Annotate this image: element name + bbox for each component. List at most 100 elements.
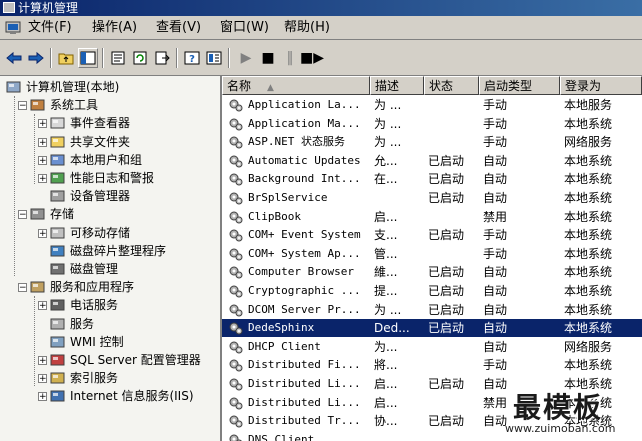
refresh-icon[interactable]	[130, 48, 150, 68]
expand-icon[interactable]: +	[38, 155, 47, 165]
service-description: 維...	[374, 265, 398, 280]
service-description: 为...	[374, 339, 398, 354]
pause-icon[interactable]: ‖	[280, 48, 300, 68]
tree-item-services[interactable]: 服务	[0, 315, 220, 333]
expand-icon[interactable]: +	[38, 392, 47, 402]
service-startup-type: 手动	[483, 228, 508, 243]
tree-item-wmi[interactable]: WMI 控制	[0, 333, 220, 351]
menu-window[interactable]: 窗口(W)	[218, 20, 271, 36]
tree-item-defrag[interactable]: 磁盘碎片整理程序	[0, 242, 220, 260]
watermark: 最模板 www.zuimoban.com	[505, 386, 642, 441]
collapse-icon[interactable]: −	[18, 101, 27, 111]
play-icon[interactable]: ▶	[236, 48, 256, 68]
forward-icon[interactable]	[26, 48, 46, 68]
view-icon[interactable]	[204, 48, 224, 68]
service-status: 已启动	[428, 302, 465, 317]
service-row[interactable]: Automatic Updates 允... 已启动 自动 本地系统	[222, 152, 642, 170]
toolbar: ? ▶ ■ ‖ ■▶	[0, 40, 642, 76]
service-row-selected[interactable]: DedeSphinx Ded... 已启动 自动 本地系统	[222, 319, 642, 338]
collapse-icon[interactable]: −	[18, 283, 27, 293]
tree-item-services-apps[interactable]: − 服务和应用程序	[0, 278, 220, 296]
column-header-status[interactable]: 状态	[424, 76, 479, 95]
tree-item-sql-server[interactable]: + SQL Server 配置管理器	[0, 351, 220, 369]
menu-action[interactable]: 操作(A)	[90, 20, 139, 36]
menu-view[interactable]: 查看(V)	[154, 20, 203, 36]
tree-item-label: Internet 信息服务(IIS)	[70, 389, 194, 404]
expand-icon[interactable]: +	[38, 301, 47, 311]
service-gear-icon	[229, 322, 243, 335]
service-row[interactable]: Application La... 为 ... 手动 本地服务	[222, 96, 642, 114]
expand-icon[interactable]: +	[38, 137, 47, 147]
service-row[interactable]: COM+ Event System 支... 已启动 手动 本地系统	[222, 226, 642, 244]
tree-item-computer[interactable]: 计算机管理(本地)	[0, 78, 220, 96]
tree-item-telephony[interactable]: + 电话服务	[0, 296, 220, 314]
up-folder-icon[interactable]	[56, 48, 76, 68]
tree-item-disk-management[interactable]: 磁盘管理	[0, 260, 220, 278]
service-row[interactable]: BrSplService 已启动 自动 本地系统	[222, 189, 642, 207]
sql-server-icon	[50, 354, 65, 366]
service-name: DedeSphinx	[248, 321, 315, 335]
service-gear-icon	[229, 173, 243, 186]
service-name: Application Ma...	[248, 116, 361, 130]
help-icon[interactable]: ?	[182, 48, 202, 68]
tree-item-label: 服务和应用程序	[50, 280, 135, 295]
service-status: 已启动	[428, 172, 465, 187]
tree-item-users[interactable]: + 本地用户和组	[0, 151, 220, 169]
column-header-logon-as[interactable]: 登录为	[560, 76, 642, 95]
expand-icon[interactable]: +	[38, 119, 47, 129]
tree-item-shared-folder[interactable]: + 共享文件夹	[0, 133, 220, 151]
tree-item-iis[interactable]: + Internet 信息服务(IIS)	[0, 387, 220, 405]
service-status: 已启动	[428, 284, 465, 298]
watermark-logo-text: 最模板	[513, 391, 604, 424]
service-row[interactable]: ClipBook 启... 禁用 本地系统	[222, 208, 642, 226]
tree-item-removable-storage[interactable]: + 可移动存储	[0, 224, 220, 242]
service-row[interactable]: Cryptographic ... 提... 已启动 自动 本地系统	[222, 282, 642, 300]
stop-icon[interactable]: ■	[258, 48, 278, 68]
service-row[interactable]: ASP.NET 状态服务 为 ... 手动 网络服务	[222, 133, 642, 151]
menu-file[interactable]: 文件(F)	[26, 20, 74, 36]
properties-icon[interactable]	[108, 48, 128, 68]
tree-item-storage[interactable]: − 存储	[0, 205, 220, 223]
service-logon-as: 本地服务	[564, 98, 613, 112]
show-hide-tree-icon[interactable]	[78, 48, 98, 68]
tree-item-label: 性能日志和警报	[70, 171, 155, 185]
service-row[interactable]: DHCP Client 为... 自动 网络服务	[222, 338, 642, 356]
restart-icon[interactable]: ■▶	[300, 48, 324, 68]
window-title: 计算机管理	[18, 1, 79, 15]
tree-item-tools[interactable]: − 系统工具	[0, 96, 220, 114]
column-header-startup-type[interactable]: 启动类型	[479, 76, 560, 95]
computer-icon	[6, 81, 21, 93]
menu-help[interactable]: 帮助(H)	[282, 20, 332, 36]
service-row[interactable]: Distributed Fi... 將... 手动 本地系统	[222, 356, 642, 374]
export-icon[interactable]	[152, 48, 172, 68]
tree-item-label: 计算机管理(本地)	[26, 80, 120, 94]
window-titlebar[interactable]: 计算机管理	[0, 0, 642, 16]
service-startup-type: 手动	[483, 358, 508, 373]
service-description: 启...	[374, 209, 398, 224]
column-header-description[interactable]: 描述	[370, 76, 424, 95]
toolbar-separator	[228, 48, 230, 68]
service-row[interactable]: COM+ System Ap... 管... 手动 本地系统	[222, 245, 642, 263]
column-header-name[interactable]: 名称 ▲	[222, 76, 370, 95]
service-row[interactable]: Application Ma... 为 ... 手动 本地系统	[222, 115, 642, 133]
expand-icon[interactable]: +	[38, 356, 47, 366]
collapse-icon[interactable]: −	[18, 210, 27, 220]
expand-icon[interactable]: +	[38, 374, 47, 384]
expand-icon[interactable]: +	[38, 174, 47, 184]
tree-item-indexing[interactable]: + 索引服务	[0, 369, 220, 387]
service-name: Application La...	[248, 98, 361, 111]
service-startup-type: 手动	[483, 98, 508, 112]
console-icon[interactable]	[5, 21, 21, 35]
tree-item-device-manager[interactable]: 设备管理器	[0, 187, 220, 205]
service-logon-as: 本地系统	[564, 153, 613, 168]
tree-item-performance[interactable]: + 性能日志和警报	[0, 169, 220, 187]
service-gear-icon	[229, 378, 243, 391]
service-row[interactable]: Background Int... 在... 已启动 自动 本地系统	[222, 170, 642, 188]
service-status: 已启动	[428, 153, 465, 168]
back-icon[interactable]	[4, 48, 24, 68]
expand-icon[interactable]: +	[38, 228, 47, 238]
service-row[interactable]: Computer Browser 維... 已启动 自动 本地系统	[222, 263, 642, 281]
service-gear-icon	[229, 229, 243, 242]
tree-item-event-viewer[interactable]: + 事件查看器	[0, 114, 220, 132]
service-row[interactable]: DCOM Server Pr... 为 ... 已启动 自动 本地系统	[222, 301, 642, 319]
